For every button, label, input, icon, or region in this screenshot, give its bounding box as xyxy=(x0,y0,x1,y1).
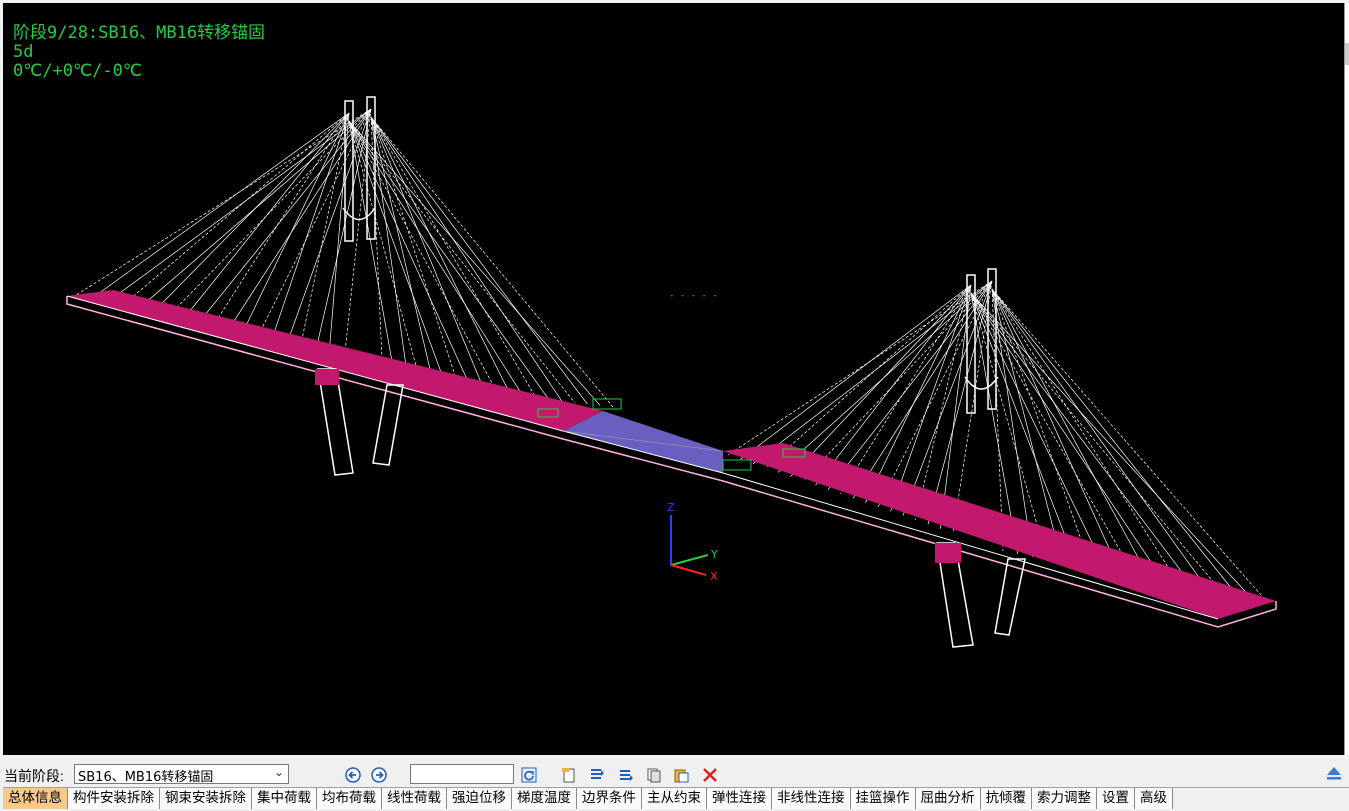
tab-15[interactable]: 索力调整 xyxy=(1032,788,1097,809)
tab-5[interactable]: 线性荷载 xyxy=(382,788,447,809)
paste-stage-button[interactable] xyxy=(672,766,690,784)
left-back-cable xyxy=(72,108,372,298)
stage-info-overlay: 阶段9/28:SB16、MB16转移锚固 5d 0℃/+0℃/-0℃ xyxy=(13,24,265,81)
left-main-cable xyxy=(370,116,384,382)
tab-4[interactable]: 均布荷载 xyxy=(317,788,382,809)
deck-closure xyxy=(563,411,723,473)
arrow-right-icon xyxy=(371,767,387,783)
tab-11[interactable]: 非线性连接 xyxy=(772,788,851,809)
deck-left-span xyxy=(67,290,603,431)
left-main-cable xyxy=(370,116,435,387)
tab-2[interactable]: 钢束安装拆除 xyxy=(160,788,252,809)
tab-10[interactable]: 弹性连接 xyxy=(707,788,772,809)
tab-7[interactable]: 梯度温度 xyxy=(512,788,577,809)
left-back-cable xyxy=(177,112,350,326)
left-main-cable xyxy=(370,116,409,384)
refresh-icon xyxy=(521,767,537,783)
axis-y-label: Y xyxy=(710,548,718,561)
insert-before-button[interactable] xyxy=(588,766,606,784)
left-main-cable xyxy=(370,116,460,390)
close-icon xyxy=(703,768,717,782)
eject-icon xyxy=(1327,767,1341,780)
left-main-cable xyxy=(370,116,486,393)
right-main-cable xyxy=(865,284,972,503)
stage-toolbar: 当前阶段: SB16、MB16转移锚固 ⌄ xyxy=(0,763,1349,786)
left-back-cable xyxy=(222,108,372,339)
tab-3[interactable]: 集中荷载 xyxy=(252,788,317,809)
delete-stage-button[interactable] xyxy=(701,766,719,784)
tab-12[interactable]: 挂篮操作 xyxy=(850,788,916,809)
right-main-cable xyxy=(890,284,972,512)
axis-z-label: Z xyxy=(667,501,675,514)
insert-before-icon xyxy=(591,769,604,779)
next-stage-button[interactable] xyxy=(370,766,388,784)
stage-search-input[interactable] xyxy=(410,764,514,784)
left-back-cable xyxy=(267,112,350,351)
left-back-cable xyxy=(147,112,350,318)
tab-13[interactable]: 屈曲分析 xyxy=(915,788,981,809)
left-main-cable xyxy=(370,116,588,405)
new-document-icon xyxy=(562,768,575,783)
right-cables xyxy=(727,280,1269,604)
svg-text:- - - - -: - - - - - xyxy=(669,291,718,301)
right-main-cable xyxy=(765,284,972,469)
previous-stage-button[interactable] xyxy=(344,766,362,784)
tab-8[interactable]: 边界条件 xyxy=(577,788,642,809)
right-main-cable xyxy=(927,280,993,525)
refresh-button[interactable] xyxy=(520,766,538,784)
axis-triad: Z Y X xyxy=(667,501,718,583)
axis-x-label: X xyxy=(710,570,718,583)
right-main-cable xyxy=(852,280,993,499)
stage-duration: 5d xyxy=(13,42,34,62)
right-main-cable xyxy=(802,280,993,482)
current-stage-value: SB16、MB16转移锚固 xyxy=(78,770,214,785)
left-back-cable xyxy=(327,112,350,367)
tab-1[interactable]: 构件安装拆除 xyxy=(68,788,160,809)
current-stage-dropdown[interactable]: SB16、MB16转移锚固 ⌄ xyxy=(74,764,289,785)
copy-stage-button[interactable] xyxy=(645,766,663,784)
right-main-cable xyxy=(840,284,972,495)
current-stage-label: 当前阶段: xyxy=(4,768,64,784)
model-viewport[interactable]: - - - - - Z Y X 阶段9/28:SB16、MB16转移锚固 5d … xyxy=(3,3,1344,755)
new-stage-button[interactable] xyxy=(560,766,578,784)
left-main-cable xyxy=(348,120,448,389)
bridge-model: - - - - - Z Y X xyxy=(66,96,1277,648)
arrow-left-icon xyxy=(345,767,361,783)
stage-title: 阶段9/28:SB16、MB16转移锚固 xyxy=(13,23,266,43)
left-main-cable xyxy=(370,116,512,396)
insert-after-button[interactable] xyxy=(617,766,635,784)
stage-tabs: 总体信息 构件安装拆除 钢束安装拆除 集中荷载 均布荷载 线性荷载 强迫位移 梯度温度 边界条件… xyxy=(3,787,1349,809)
left-main-cable xyxy=(370,116,537,399)
left-back-cable xyxy=(87,112,350,302)
chevron-down-icon: ⌄ xyxy=(273,765,284,779)
paste-icon xyxy=(674,769,689,783)
tab-14[interactable]: 抗倾覆 xyxy=(980,788,1032,809)
collapse-panel-button[interactable] xyxy=(1325,764,1343,784)
left-main-cable xyxy=(348,120,499,395)
tab-0[interactable]: 总体信息 xyxy=(3,788,68,809)
copy-icon xyxy=(647,768,661,783)
insert-after-icon xyxy=(620,770,633,781)
tab-6[interactable]: 强迫位移 xyxy=(447,788,512,809)
tab-16[interactable]: 设置 xyxy=(1097,788,1135,809)
tab-17[interactable]: 高级 xyxy=(1135,788,1173,809)
right-main-cable xyxy=(790,284,972,477)
bridge-deck xyxy=(66,290,1277,628)
vertical-scrollbar[interactable] xyxy=(1344,3,1349,755)
right-main-cable xyxy=(727,280,993,456)
stage-temperature: 0℃/+0℃/-0℃ xyxy=(13,61,142,81)
tab-9[interactable]: 主从约束 xyxy=(642,788,707,809)
